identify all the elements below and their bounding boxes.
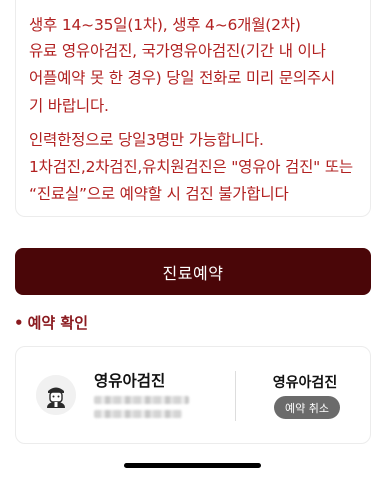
notice-line: 생후 14~35일(1차), 생후 4~6개월(2차) xyxy=(29,16,301,34)
card-divider xyxy=(235,371,236,421)
notice-line: 1차검진,2차검진,유치원검진은 "영유아 검진" 또는 xyxy=(29,158,353,176)
notice-box: 생후 14~35일(1차), 생후 4~6개월(2차) 유료 영유아검진, 국가… xyxy=(15,0,371,217)
notice-line: 인력한정으로 당일3명만 가능합니다. xyxy=(29,131,264,149)
cancel-reservation-button[interactable]: 예약 취소 xyxy=(274,396,340,419)
notice-line: 어플예약 못 한 경우) 당일 전화로 미리 문의주시 xyxy=(29,69,336,87)
notice-line: 기 바랍니다. xyxy=(29,97,109,115)
blurred-reservation-info xyxy=(94,410,182,418)
notice-line: 유료 영유아검진, 국가영유아검진(기간 내 이나 xyxy=(29,42,326,60)
reservation-type: 영유아검진 xyxy=(272,375,338,391)
reservation-card[interactable]: 영유아검진 영유아검진 예약 취소 xyxy=(15,346,371,444)
section-bullet: • xyxy=(14,314,24,332)
blurred-reservation-info xyxy=(94,396,189,404)
reserve-button-label: 진료예약 xyxy=(162,263,224,283)
reservation-section-title: • 예약 확인 xyxy=(14,312,88,333)
section-title-text: 예약 확인 xyxy=(27,314,89,332)
reserve-button[interactable]: 진료예약 xyxy=(15,248,371,295)
notice-line: “진료실”으로 예약할 시 검진 불가합니다 xyxy=(29,185,289,203)
cancel-reservation-label: 예약 취소 xyxy=(285,401,329,415)
home-indicator[interactable] xyxy=(124,463,261,468)
doctor-icon xyxy=(36,375,76,415)
reservation-title: 영유아검진 xyxy=(94,372,166,390)
